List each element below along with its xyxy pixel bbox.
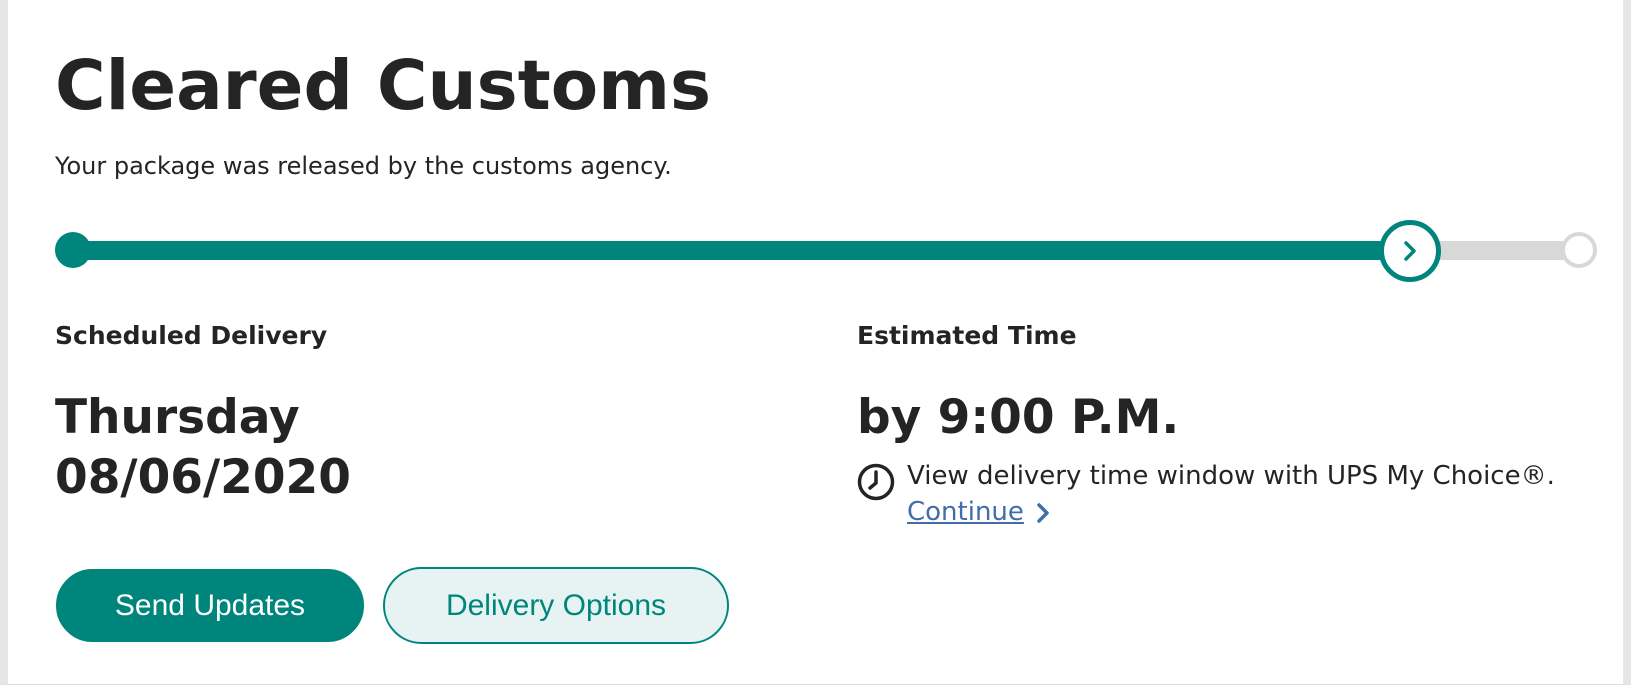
progress-fill	[73, 241, 1409, 260]
progress-end-node	[1561, 232, 1597, 268]
chevron-right-icon[interactable]	[1035, 502, 1051, 524]
chevron-right-icon	[1404, 241, 1416, 261]
tracking-status-card: Cleared Customs Your package was release…	[0, 0, 1631, 685]
delivery-date: 08/06/2020	[55, 450, 351, 505]
estimated-time-value: by 9:00 P.M.	[857, 390, 1180, 445]
progress-bar	[55, 220, 1600, 282]
progress-start-node	[55, 232, 91, 268]
estimated-time-label: Estimated Time	[857, 321, 1077, 350]
delivery-options-button[interactable]: Delivery Options	[383, 567, 729, 644]
clock-icon	[857, 463, 895, 501]
status-title: Cleared Customs	[55, 46, 712, 126]
send-updates-button[interactable]: Send Updates	[56, 569, 364, 642]
progress-current-node	[1379, 220, 1441, 282]
my-choice-text: View delivery time window with UPS My Ch…	[907, 461, 1555, 491]
continue-link[interactable]: Continue	[907, 494, 1024, 530]
status-description: Your package was released by the customs…	[55, 152, 672, 180]
delivery-day: Thursday	[55, 390, 300, 445]
scheduled-delivery-label: Scheduled Delivery	[55, 321, 328, 350]
